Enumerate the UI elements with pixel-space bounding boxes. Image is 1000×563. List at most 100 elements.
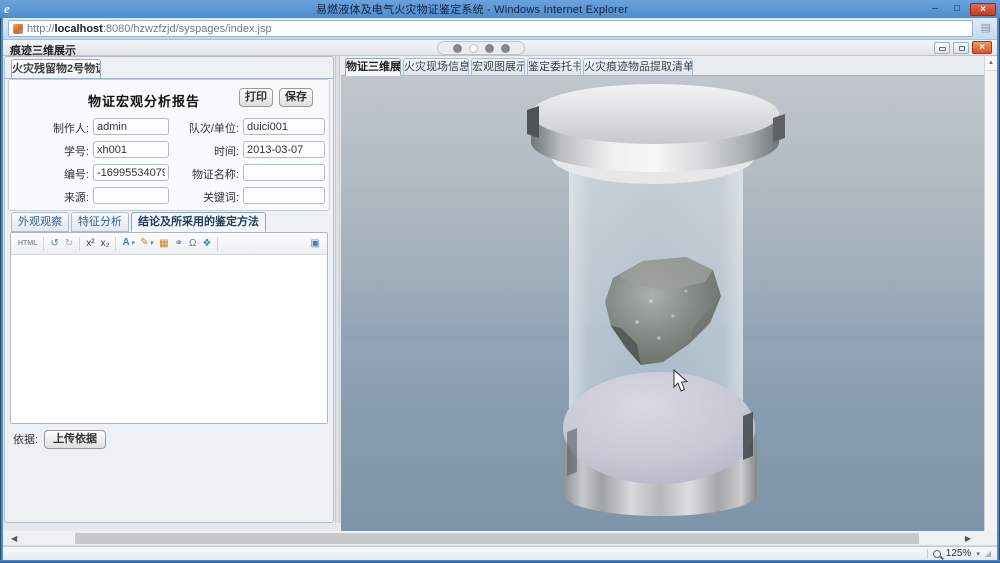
- number-input[interactable]: [93, 164, 169, 181]
- chevron-down-icon[interactable]: ▾: [131, 240, 135, 247]
- richtext-editor: HTML ↺ ↻ x² x₂ A▾ ✎▾ ▦ ⚭ Ω ❖ ▣: [10, 232, 328, 424]
- special-char-icon[interactable]: Ω: [186, 234, 199, 254]
- window-title: 易燃液体及电气火灾物证鉴定系统 - Windows Internet Explo…: [18, 1, 926, 17]
- titlebar: e 易燃液体及电气火灾物证鉴定系统 - Windows Internet Exp…: [0, 0, 1000, 18]
- horizontal-scroll-thumb[interactable]: [75, 533, 919, 544]
- report-title: 物证宏观分析报告: [64, 91, 224, 110]
- undo-icon[interactable]: ↺: [47, 234, 61, 254]
- number-label: 编号:: [9, 166, 89, 182]
- ie-logo-icon: e: [4, 2, 18, 16]
- tab-conclusion-methods[interactable]: 结论及所采用的鉴定方法: [131, 212, 266, 232]
- zoom-dropdown-icon[interactable]: ▾: [976, 550, 980, 558]
- upload-basis-button[interactable]: 上传依据: [44, 430, 106, 449]
- address-input[interactable]: http://localhost:8080/hzwzfzjd/syspages/…: [8, 20, 973, 37]
- insert-link-icon[interactable]: ⚭: [172, 234, 186, 254]
- save-button[interactable]: 保存: [279, 88, 313, 107]
- mdi-minimize-button[interactable]: [934, 42, 950, 54]
- window-close-button[interactable]: ×: [970, 3, 996, 16]
- tab-appearance-observation[interactable]: 外观观察: [11, 212, 69, 232]
- ie-window: e 易燃液体及电气火灾物证鉴定系统 - Windows Internet Exp…: [0, 0, 1000, 563]
- mdi-close-button[interactable]: ×: [972, 41, 992, 54]
- redo-icon[interactable]: ↻: [62, 234, 76, 254]
- editor-toolbar: HTML ↺ ↻ x² x₂ A▾ ✎▾ ▦ ⚭ Ω ❖ ▣: [11, 233, 327, 255]
- form-row: 制作人: 队次/单位:: [9, 118, 329, 136]
- address-bar: http://localhost:8080/hzwzfzjd/syspages/…: [3, 18, 997, 40]
- display-panel: 物证三维展示 火灾现场信息 宏观图展示 鉴定委托书 火灾痕迹物品提取清单: [341, 56, 987, 531]
- insert-media-icon[interactable]: ❖: [199, 234, 214, 254]
- evidence-tab[interactable]: 火灾残留物2号物证: [11, 59, 101, 79]
- tab-feature-analysis[interactable]: 特征分析: [71, 212, 129, 232]
- editor-content-area[interactable]: [11, 255, 327, 423]
- font-color-icon[interactable]: A▾: [119, 233, 137, 254]
- insert-image-icon[interactable]: ▦: [156, 234, 171, 254]
- toolbar-separator: [115, 237, 116, 251]
- student-id-label: 学号:: [9, 143, 89, 159]
- html-source-icon[interactable]: HTML: [15, 234, 40, 254]
- highlight-color-icon[interactable]: ✎▾: [137, 233, 156, 254]
- keywords-input[interactable]: [243, 187, 325, 204]
- statusbar-separator: [927, 549, 928, 559]
- superscript-icon[interactable]: x²: [83, 234, 97, 254]
- scroll-up-icon[interactable]: ▲: [985, 56, 997, 71]
- lid-clip-left: [527, 106, 539, 138]
- subscript-icon[interactable]: x₂: [98, 234, 113, 254]
- source-label: 来源:: [9, 189, 89, 205]
- student-id-input[interactable]: [93, 141, 169, 158]
- status-bar: 125% ▾ ◢: [3, 546, 997, 560]
- window-maximize-button[interactable]: □: [948, 3, 966, 16]
- toolbar-separator: [217, 237, 218, 251]
- zoom-magnifier-icon[interactable]: [933, 550, 941, 558]
- chevron-down-icon[interactable]: ▾: [150, 240, 154, 247]
- compatibility-view-icon[interactable]: ▤: [981, 22, 991, 34]
- scroll-left-icon[interactable]: ◀: [11, 533, 17, 544]
- carousel-dot-3[interactable]: [485, 44, 494, 53]
- maker-label: 制作人:: [9, 120, 89, 136]
- tab-extraction-list[interactable]: 火灾痕迹物品提取清单: [583, 58, 693, 76]
- tab-macro-image[interactable]: 宏观图展示: [471, 58, 525, 76]
- time-input[interactable]: [243, 141, 325, 158]
- keywords-label: 关键词:: [167, 189, 239, 205]
- 3d-scene: [341, 76, 987, 531]
- basis-row: 依据: 上传依据: [13, 429, 106, 449]
- carousel-dot-4[interactable]: [501, 44, 510, 53]
- window-minimize-button[interactable]: –: [926, 3, 944, 16]
- toolbar-separator: [43, 237, 44, 251]
- page-header: 痕迹三维展示 ×: [3, 40, 997, 56]
- 3d-viewport[interactable]: [341, 76, 987, 531]
- form-row: 学号: 时间:: [9, 141, 329, 159]
- maximize-editor-icon[interactable]: ▣: [308, 234, 323, 254]
- horizontal-scrollbar[interactable]: ◀ ▶: [3, 531, 997, 546]
- maker-input[interactable]: [93, 118, 169, 135]
- evidence-name-input[interactable]: [243, 164, 325, 181]
- time-label: 时间:: [167, 143, 239, 159]
- lid-clip-right: [773, 114, 785, 142]
- print-button[interactable]: 打印: [239, 88, 273, 107]
- panel-splitter[interactable]: [335, 56, 340, 523]
- report-panel: 火灾残留物2号物证 物证宏观分析报告 打印 保存 制作人: 队次/单位: 学号:…: [4, 56, 334, 523]
- basis-label: 依据:: [13, 431, 38, 447]
- mdi-restore-button[interactable]: [953, 42, 969, 54]
- main-content: 火灾残留物2号物证 物证宏观分析报告 打印 保存 制作人: 队次/单位: 学号:…: [3, 56, 997, 531]
- source-input[interactable]: [93, 187, 169, 204]
- base-clip-left: [567, 428, 577, 476]
- team-unit-input[interactable]: [243, 118, 325, 135]
- carousel-dot-2[interactable]: [469, 44, 478, 53]
- zoom-level[interactable]: 125%: [946, 548, 972, 559]
- evidence-name-label: 物证名称:: [167, 166, 239, 182]
- url-text: http://localhost:8080/hzwzfzjd/syspages/…: [27, 23, 272, 35]
- scroll-right-icon[interactable]: ▶: [965, 533, 971, 544]
- form-row: 来源: 关键词:: [9, 187, 329, 205]
- carousel-dot-1[interactable]: [453, 44, 462, 53]
- tab-commission-letter[interactable]: 鉴定委托书: [527, 58, 581, 76]
- base-clip-right: [743, 412, 753, 460]
- resize-grip-icon[interactable]: ◢: [985, 549, 991, 558]
- base-dome: [563, 372, 755, 484]
- carousel-dots: [437, 41, 525, 55]
- vertical-scrollbar[interactable]: ▲: [984, 56, 997, 531]
- tab-fire-scene-info[interactable]: 火灾现场信息: [403, 58, 469, 76]
- tab-3d-display[interactable]: 物证三维展示: [345, 58, 401, 76]
- container-base: [563, 372, 757, 516]
- team-unit-label: 队次/单位:: [167, 120, 239, 136]
- editor-tabbar: 外观观察 特征分析 结论及所采用的鉴定方法: [11, 212, 266, 233]
- toolbar-separator: [79, 237, 80, 251]
